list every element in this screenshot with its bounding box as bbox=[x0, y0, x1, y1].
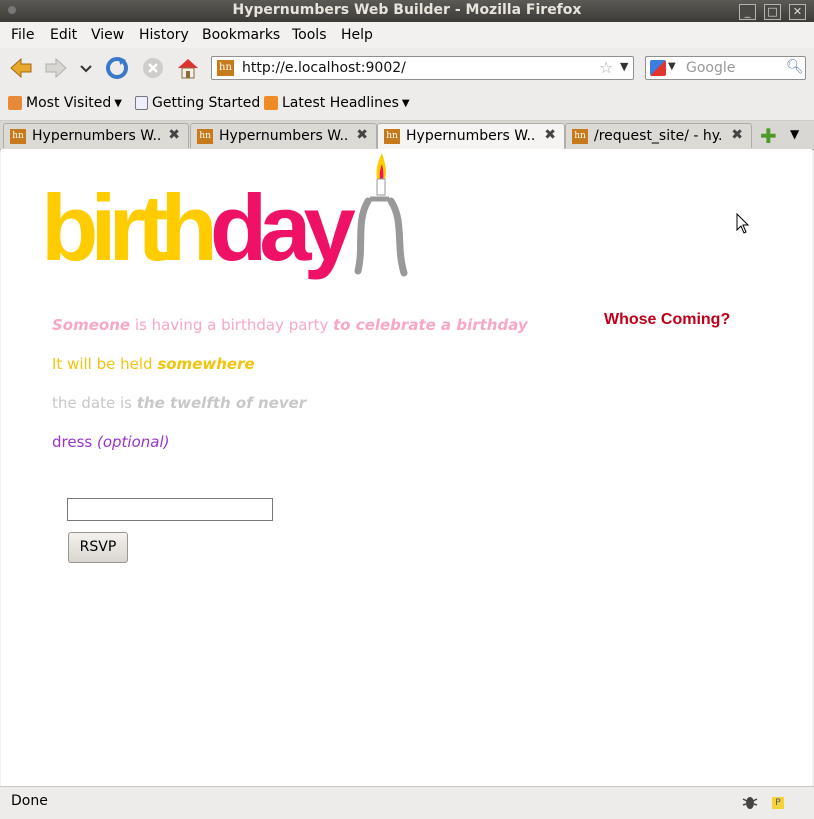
page-icon bbox=[135, 96, 148, 110]
new-tab-plus-icon[interactable]: ✚ bbox=[760, 124, 777, 148]
tab-close-icon[interactable]: ✖ bbox=[356, 127, 368, 143]
bookmarks-toolbar: Most Visited ▼ Getting Started Latest Hea… bbox=[0, 88, 814, 121]
addon-p-icon[interactable]: P bbox=[772, 797, 784, 809]
status-bar: Done P bbox=[0, 786, 814, 819]
page-content: birthday Someone is having a birthday pa… bbox=[1, 149, 812, 786]
maximize-button[interactable]: □ bbox=[764, 4, 781, 20]
mouse-pointer-icon bbox=[736, 213, 750, 234]
party-host-line: Someone is having a birthday party to ce… bbox=[52, 316, 528, 334]
party-location-line: It will be held somewhere bbox=[52, 355, 255, 373]
back-arrow-icon[interactable] bbox=[8, 55, 34, 81]
menu-help[interactable]: Help bbox=[341, 27, 373, 43]
tab-request-site[interactable]: hn /request_site/ - hy... ✖ bbox=[565, 123, 752, 148]
close-window-button[interactable]: ✕ bbox=[789, 4, 806, 20]
url-dropdown-icon[interactable]: ▼ bbox=[620, 60, 628, 73]
tab-hypernumbers-1[interactable]: hn Hypernumbers W... ✖ bbox=[3, 123, 189, 148]
rss-feed-icon bbox=[264, 96, 278, 110]
tab-hypernumbers-3-active[interactable]: hn Hypernumbers W... ✖ bbox=[377, 123, 565, 150]
logo-birth-text: birth bbox=[41, 175, 218, 280]
whose-coming-heading: Whose Coming? bbox=[604, 311, 731, 328]
reload-icon[interactable] bbox=[104, 55, 130, 81]
status-text: Done bbox=[11, 793, 48, 809]
stop-icon[interactable] bbox=[140, 55, 166, 81]
url-bar[interactable]: hn http://e.localhost:9002/ ☆ ▼ bbox=[211, 56, 634, 80]
menu-bookmarks[interactable]: Bookmarks bbox=[202, 27, 280, 43]
location-label: It will be held bbox=[52, 355, 158, 373]
dress-value: (optional) bbox=[97, 433, 170, 451]
search-input[interactable]: Google bbox=[686, 60, 735, 76]
dress-label: dress bbox=[52, 433, 97, 451]
party-date-line: the date is the twelfth of never bbox=[52, 394, 306, 412]
tab-favicon-icon: hn bbox=[197, 129, 213, 144]
history-dropdown-icon[interactable] bbox=[78, 55, 94, 81]
window-title: Hypernumbers Web Builder - Mozilla Firef… bbox=[232, 2, 582, 18]
menu-bar: File Edit View History Bookmarks Tools H… bbox=[0, 22, 814, 48]
bookmark-most-visited[interactable]: Most Visited ▼ bbox=[8, 95, 122, 111]
bookmark-getting-started[interactable]: Getting Started bbox=[135, 95, 260, 111]
firebug-bug-icon[interactable] bbox=[741, 793, 759, 811]
party-text: is having a birthday party bbox=[130, 316, 334, 334]
date-value: the twelfth of never bbox=[136, 394, 307, 412]
rsvp-name-input[interactable] bbox=[67, 498, 273, 521]
date-label: the date is bbox=[52, 394, 137, 412]
search-engine-dropdown-icon[interactable]: ▼ bbox=[668, 61, 676, 72]
search-engine-icon[interactable] bbox=[650, 60, 666, 76]
logo-day-text: day bbox=[209, 175, 356, 280]
site-favicon-icon: hn bbox=[217, 60, 234, 76]
birthday-logo: birthday bbox=[41, 181, 356, 275]
tab-label: Hypernumbers W... bbox=[32, 128, 162, 144]
tab-close-icon[interactable]: ✖ bbox=[168, 127, 180, 143]
menu-edit[interactable]: Edit bbox=[50, 27, 77, 43]
party-dress-line: dress (optional) bbox=[52, 433, 170, 451]
url-text[interactable]: http://e.localhost:9002/ bbox=[242, 60, 406, 76]
bookmark-latest-headlines[interactable]: Latest Headlines ▼ bbox=[264, 95, 410, 111]
tab-label: Hypernumbers W... bbox=[406, 128, 536, 144]
menu-history[interactable]: History bbox=[139, 27, 189, 43]
forward-arrow-icon[interactable] bbox=[43, 55, 69, 81]
tab-favicon-icon: hn bbox=[384, 129, 400, 144]
menu-file[interactable]: File bbox=[11, 27, 34, 43]
candle-logo-icon bbox=[354, 153, 408, 277]
tab-label: /request_site/ - hy... bbox=[594, 128, 724, 144]
bookmark-star-icon[interactable]: ☆ bbox=[599, 58, 613, 77]
tab-favicon-icon: hn bbox=[10, 129, 26, 144]
tab-close-icon[interactable]: ✖ bbox=[731, 127, 743, 143]
location-value: somewhere bbox=[157, 355, 255, 373]
rss-folder-icon bbox=[8, 96, 22, 110]
tab-label: Hypernumbers W... bbox=[219, 128, 349, 144]
home-icon[interactable] bbox=[175, 55, 201, 81]
menu-view[interactable]: View bbox=[91, 27, 124, 43]
party-reason: to celebrate a birthday bbox=[333, 316, 528, 334]
tab-bar: hn Hypernumbers W... ✖ hn Hypernumbers W… bbox=[0, 121, 814, 150]
minimize-button[interactable]: _ bbox=[739, 4, 756, 20]
menu-tools[interactable]: Tools bbox=[292, 27, 327, 43]
rsvp-button[interactable]: RSVP bbox=[68, 532, 128, 563]
search-magnifier-icon[interactable]: 🔍︎ bbox=[786, 59, 804, 77]
search-bar[interactable]: ▼ Google 🔍︎ bbox=[645, 56, 806, 80]
tab-favicon-icon: hn bbox=[572, 129, 588, 144]
window-titlebar: Hypernumbers Web Builder - Mozilla Firef… bbox=[0, 0, 814, 22]
tab-hypernumbers-2[interactable]: hn Hypernumbers W... ✖ bbox=[190, 123, 377, 148]
tab-list-dropdown-icon[interactable]: ▼ bbox=[790, 127, 799, 141]
host-name: Someone bbox=[52, 316, 131, 334]
tab-close-icon[interactable]: ✖ bbox=[544, 127, 556, 143]
